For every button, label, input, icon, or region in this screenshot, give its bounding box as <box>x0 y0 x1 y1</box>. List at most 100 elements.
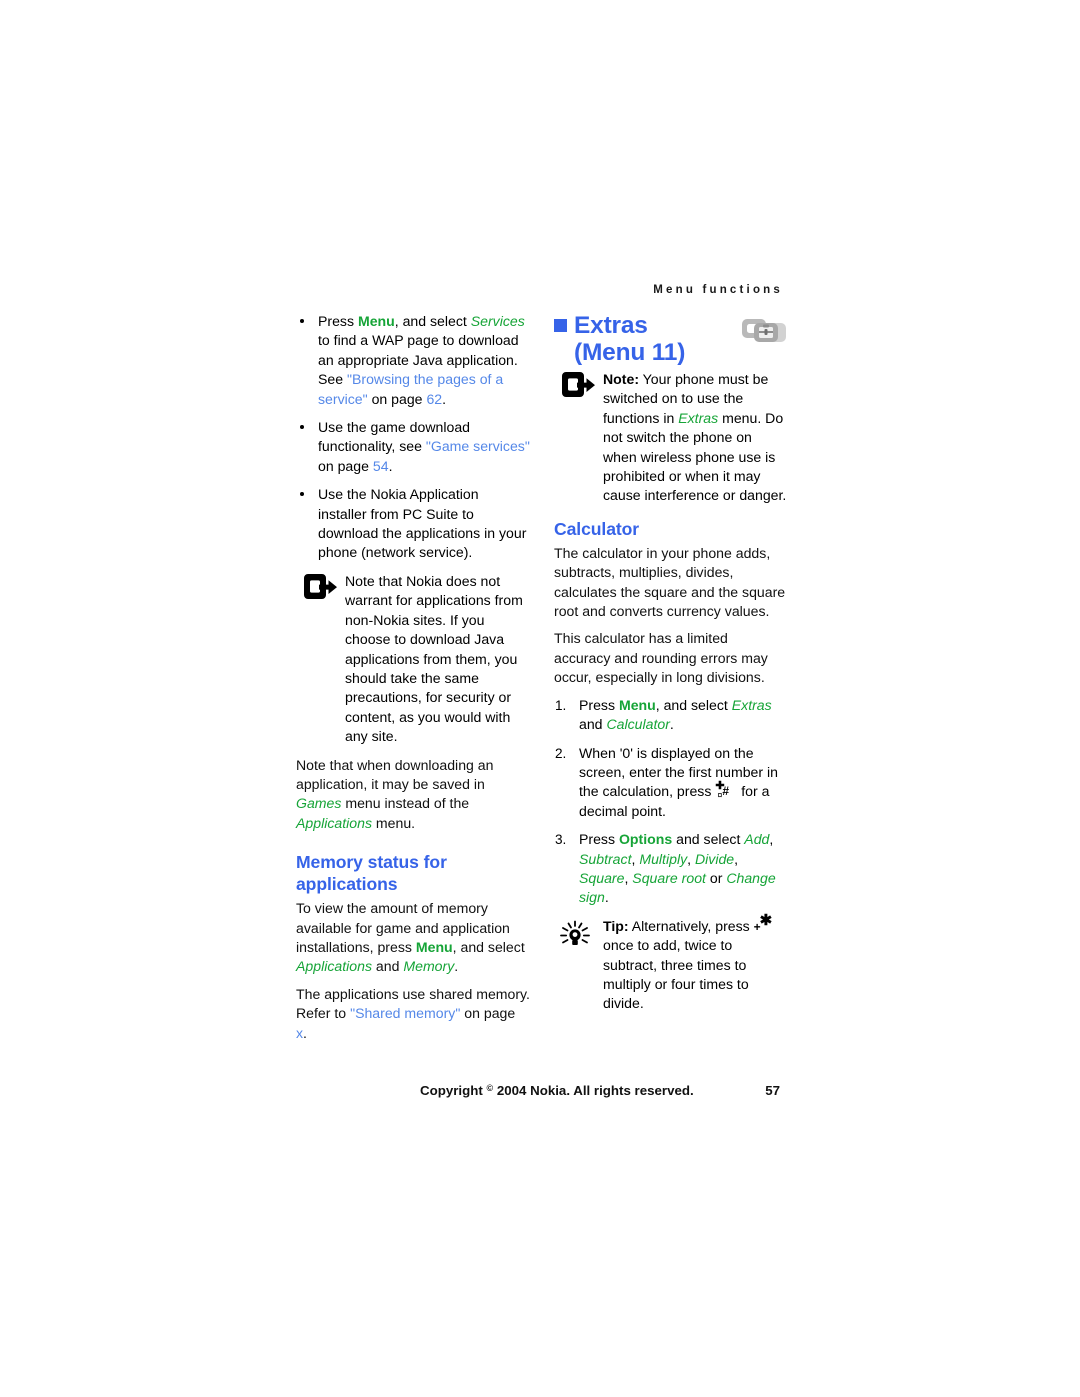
note-callout-phone-switched-on: Note: Your phone must be switched on to … <box>554 370 788 506</box>
ui-term: Square <box>579 869 625 886</box>
ui-term: Divide <box>694 850 735 867</box>
list-item: 1. Press Menu, and select Extras and Cal… <box>554 696 788 735</box>
star-key-icon: ✱ + <box>753 913 776 934</box>
ui-term: Games <box>296 795 342 812</box>
text: . <box>303 1024 307 1041</box>
note-label: Note: <box>603 371 640 387</box>
text: Alternatively, press <box>628 917 754 934</box>
running-header-area: Menu functions <box>296 282 784 298</box>
list-item: 3. Press Options and select Add, Subtrac… <box>554 830 788 908</box>
heading-line-2: applications <box>296 874 398 895</box>
chapter-header: Extras (Menu 11) <box>554 312 788 370</box>
cross-reference-link[interactable]: "Game services" <box>426 438 530 454</box>
ui-term: Applications <box>296 814 372 831</box>
step-number: 2. <box>555 745 567 761</box>
text: Use the Nokia Application installer from… <box>318 486 527 561</box>
chapter-square-bullet-icon <box>554 319 567 332</box>
left-column: Press Menu, and select Services to find … <box>296 312 530 1051</box>
star-key-plus-glyph: + <box>753 919 761 934</box>
memory-status-paragraph: To view the amount of memory available f… <box>296 899 530 977</box>
text: and <box>579 716 607 733</box>
text: , and select <box>655 696 732 713</box>
list-item: Press Menu, and select Services to find … <box>296 312 530 409</box>
ui-term: Applications <box>296 958 372 975</box>
text: on page <box>318 457 373 474</box>
ui-term: Menu <box>357 313 395 329</box>
two-column-body: Press Menu, and select Services to find … <box>296 312 788 1051</box>
ui-term: Extras <box>731 696 772 713</box>
text: , and select <box>394 313 471 329</box>
shared-memory-paragraph: The applications use shared memory. Refe… <box>296 985 530 1043</box>
hash-key-dot-glyph: ¤ <box>717 790 723 801</box>
bullet-dot-icon <box>300 492 304 497</box>
text: , <box>769 831 774 848</box>
text: , <box>734 850 739 867</box>
copyright-symbol-icon: © <box>486 1083 494 1093</box>
calculator-heading: Calculator <box>554 518 640 539</box>
text: Note that when downloading an applicatio… <box>296 756 494 792</box>
ui-term: Menu <box>415 938 453 955</box>
document-page: Menu functions Press Menu, and select Se… <box>0 0 1080 1397</box>
ui-term: Extras <box>678 409 719 426</box>
memory-status-heading: Memory status for applications <box>296 851 530 895</box>
download-methods-list: Press Menu, and select Services to find … <box>296 312 530 563</box>
note-arrow-icon <box>560 372 596 402</box>
ui-term: Subtract <box>579 850 632 867</box>
text: . <box>604 889 609 906</box>
calculator-steps-list: 1. Press Menu, and select Extras and Cal… <box>554 696 788 908</box>
cross-reference-page[interactable]: 54 <box>373 458 389 474</box>
text: . <box>669 716 674 733</box>
bullet-dot-icon <box>300 425 304 430</box>
footer-copyright-rest: 2004 Nokia. All rights reserved. <box>496 1083 694 1098</box>
footer-copyright-word: Copyright <box>420 1083 483 1098</box>
heading-line-1: Memory status for <box>296 852 447 873</box>
page-number: 57 <box>765 1083 780 1098</box>
list-item: 2. When '0' is displayed on the screen, … <box>554 744 788 822</box>
calculator-paragraph-1: The calculator in your phone adds, subtr… <box>554 544 786 620</box>
text: once to add, twice to subtract, three ti… <box>603 937 749 1012</box>
step-number: 1. <box>555 697 567 713</box>
ui-term: Multiply <box>639 850 688 867</box>
chapter-title-text: Extras <box>574 312 648 339</box>
list-item: Use the game download functionality, see… <box>296 418 530 476</box>
list-item: Use the Nokia Application installer from… <box>296 485 530 563</box>
ui-term: Calculator <box>606 716 670 733</box>
text: , <box>687 850 695 867</box>
ui-term: Services <box>470 313 525 329</box>
note-text: Note that Nokia does not warrant for app… <box>345 572 523 745</box>
ui-term: Memory <box>403 958 455 975</box>
bullet-dot-icon <box>300 319 304 323</box>
note-callout-nokia-warranty: Note that Nokia does not warrant for app… <box>296 572 530 747</box>
cross-reference-page[interactable]: x <box>296 1025 303 1041</box>
ui-term: Square root <box>632 869 706 886</box>
ui-term: Menu <box>618 696 656 713</box>
text: Press <box>579 831 619 848</box>
note-text: Note: Your phone must be switched on to … <box>603 370 788 506</box>
tip-lightbulb-icon <box>556 920 594 950</box>
text: menu instead of the <box>341 795 470 812</box>
tip-text: Tip: Alternatively, press ✱ + once to add… <box>603 913 788 1014</box>
text: on page <box>367 390 427 407</box>
running-header: Menu functions <box>653 284 783 296</box>
text: and <box>372 958 404 975</box>
text: Press <box>579 696 619 713</box>
step-number: 3. <box>555 832 567 848</box>
hash-key-icon: ✚ # ¤ <box>715 781 737 801</box>
right-column: Extras (Menu 11) Note: Your phone must b… <box>554 312 788 1023</box>
footer-copyright: Copyright © 2004 Nokia. All rights reser… <box>420 1083 694 1098</box>
text: menu. <box>372 814 416 831</box>
cross-reference-link[interactable]: "Shared memory" <box>350 1005 460 1021</box>
text: , and select <box>452 938 525 955</box>
tip-callout-calculator: Tip: Alternatively, press ✱ + once to add… <box>554 913 788 1014</box>
text: or <box>705 869 727 886</box>
text: . <box>454 958 459 975</box>
ui-term: Add <box>744 831 770 848</box>
text: and select <box>672 831 745 848</box>
cross-reference-page[interactable]: 62 <box>426 391 442 407</box>
text: . <box>442 390 447 407</box>
games-menu-paragraph: Note that when downloading an applicatio… <box>296 756 530 834</box>
ui-term: Options <box>618 831 673 848</box>
tip-label: Tip: <box>603 917 629 934</box>
star-key-glyph: ✱ <box>759 911 773 929</box>
calculator-paragraph-2: This calculator has a limited accuracy a… <box>554 630 768 686</box>
